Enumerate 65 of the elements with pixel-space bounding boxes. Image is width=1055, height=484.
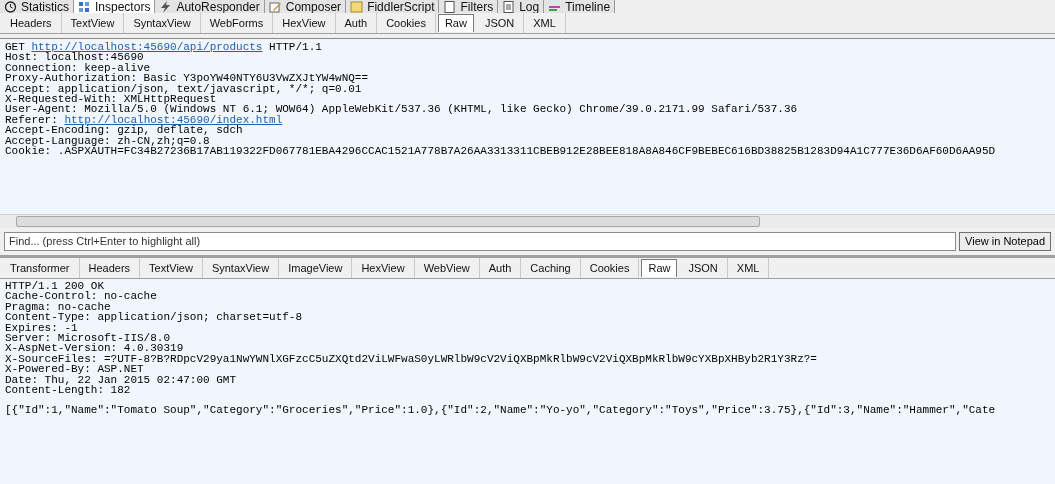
response-line: Cache-Control: no-cache [5, 291, 157, 302]
url-link[interactable]: http://localhost:45690/index.html [64, 113, 283, 126]
scroll-thumb[interactable] [16, 216, 760, 227]
main-tab[interactable]: Inspectors [74, 0, 156, 13]
response-body-line: [{"Id":1,"Name":"Tomato Soup","Category":"Groceries","Price":1.0},{"Id":2,"Name":"Yo-yo","Category":"Toys","Price":3.75},{"Id":3,"Name":"Hammer","Cate [5, 405, 996, 416]
request-line: User-Agent: Mozilla/5.0 (Windows NT 6.1; WOW64) AppleWebKit/537.36 (KHTML, like Gecko) Chrome/39.0.2171.99 Safari/537.36 [5, 104, 798, 115]
url-link[interactable]: http://localhost:45690/api/products [31, 41, 263, 53]
response-line: Content-Type: application/json; charset=utf-8 [5, 312, 303, 323]
response-line: Pragma: no-cache [5, 301, 111, 313]
request-line: X-Requested-With: XMLHttpRequest [5, 94, 217, 105]
response-line: Content-Length: 182 [5, 385, 131, 396]
main-tab[interactable]: Filters [439, 0, 499, 13]
view-tab[interactable]: WebView [414, 258, 480, 278]
view-tab[interactable]: Raw [641, 259, 678, 277]
request-line: Cookie: .ASPXAUTH=FC34B27236B17AB119322FD067781EBA4296CCAC1521A778B7A26AA3313311CBEB912E28BEE818A8A846CF9BEBEC616BD38825B1283D94A1C777E36D6AF60D6AA95D [5, 146, 996, 157]
response-line: X-Powered-By: ASP.NET [5, 364, 144, 375]
response-line: Date: Thu, 22 Jan 2015 02:47:00 GMT [5, 374, 237, 386]
horizontal-scrollbar[interactable] [0, 214, 1055, 228]
request-line: Referer: http://localhost:45690/index.html [5, 114, 283, 126]
view-tab[interactable]: JSON [475, 13, 525, 33]
view-tab[interactable]: XML [727, 258, 770, 278]
view-tab[interactable]: HexView [273, 13, 336, 33]
main-tab[interactable]: AutoResponder [155, 0, 265, 13]
request-line: Accept: application/json, text/javascript, */*; q=0.01 [5, 83, 362, 95]
main-tab[interactable]: FiddlerScript [346, 0, 440, 13]
view-tab[interactable]: XML [524, 13, 566, 33]
response-line: X-AspNet-Version: 4.0.30319 [5, 343, 184, 354]
main-tab[interactable]: Log [498, 0, 545, 13]
view-in-notepad-button[interactable]: View in Notepad [959, 231, 1051, 251]
view-tab[interactable]: Cookies [580, 258, 640, 278]
view-tab[interactable]: JSON [679, 258, 728, 278]
response-line: X-SourceFiles: =?UTF-8?B?RDpcV29ya1NwYWNlXGFzcC5uZXQtd2ViLWFwaS0yLWRlbW9cV2ViQXBpMkRlbW9cV2ViQXBpMkRlbW9cYXBpXHByb2R1Y3Rz?= [5, 353, 817, 365]
view-tab[interactable]: TextView [140, 258, 203, 278]
view-tab[interactable]: Caching [521, 258, 581, 278]
view-tab[interactable]: Headers [1, 13, 62, 33]
request-line: Host: localhost:45690 [5, 52, 144, 63]
grid-icon [78, 0, 91, 13]
main-tab[interactable]: Composer [264, 0, 347, 13]
request-line: GET http://localhost:45690/api/products HTTP/1.1 [5, 42, 322, 53]
view-tab[interactable]: Cookies [377, 13, 436, 33]
request-line: Proxy-Authorization: Basic Y3poYW40NTY6U3VwZXJtYW4wNQ== [5, 73, 369, 84]
view-tab[interactable]: SyntaxView [124, 13, 201, 33]
view-tab[interactable]: WebForms [200, 13, 274, 33]
page-icon [443, 0, 457, 13]
view-tab[interactable]: ImageView [279, 258, 353, 278]
view-tab[interactable]: HexView [352, 258, 415, 278]
request-line: Accept-Encoding: gzip, deflate, sdch [5, 125, 243, 136]
find-field[interactable]: Find... (press Ctrl+Enter to highlight all) [4, 231, 957, 251]
request-line: Connection: keep-alive [5, 62, 151, 74]
view-tab[interactable]: Auth [335, 13, 378, 33]
clock-icon [4, 0, 17, 13]
main-tab[interactable]: Statistics [0, 0, 74, 13]
request-line: Accept-Language: zh-CN,zh;q=0.8 [5, 135, 210, 147]
view-tab[interactable]: TextView [61, 13, 125, 33]
response-line: Expires: -1 [5, 322, 78, 334]
view-tab[interactable]: Headers [79, 258, 141, 278]
view-tab[interactable]: Transformer [1, 258, 80, 278]
view-tab[interactable]: Auth [479, 258, 522, 278]
document-icon [502, 0, 516, 13]
main-tab[interactable]: Timeline [544, 0, 616, 13]
response-line: HTTP/1.1 200 OK [5, 281, 105, 292]
view-tab[interactable]: SyntaxView [202, 258, 280, 278]
pencil-icon [268, 0, 282, 13]
response-line: Server: Microsoft-IIS/8.0 [5, 333, 171, 344]
view-tab[interactable]: Raw [437, 14, 474, 32]
